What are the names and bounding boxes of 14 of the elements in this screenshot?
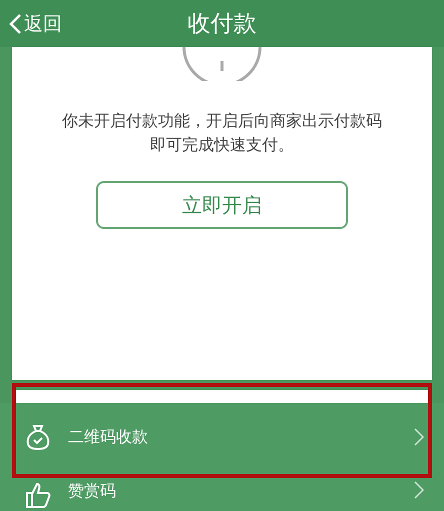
menu-label: 二维码收款 (68, 426, 149, 448)
menu-item[interactable]: 二维码收款 (0, 403, 444, 471)
circle-icon (182, 47, 262, 81)
menu-item[interactable]: 赞赏码 (0, 471, 444, 511)
page-title: 收付款 (188, 10, 256, 39)
chevron-icon (414, 481, 424, 499)
thumbs-up-icon (24, 481, 52, 509)
back-icon (8, 12, 22, 34)
chevron-icon (414, 428, 424, 446)
money-bag-icon (24, 423, 52, 451)
enable-button[interactable]: 立即开启 (96, 181, 348, 229)
back-button[interactable]: 返回 (8, 10, 62, 36)
notice-text: 你未开启付款功能，开启后向商家出示付款码即可完成快速支付。 (61, 110, 383, 156)
menu-label: 赞赏码 (68, 481, 117, 502)
